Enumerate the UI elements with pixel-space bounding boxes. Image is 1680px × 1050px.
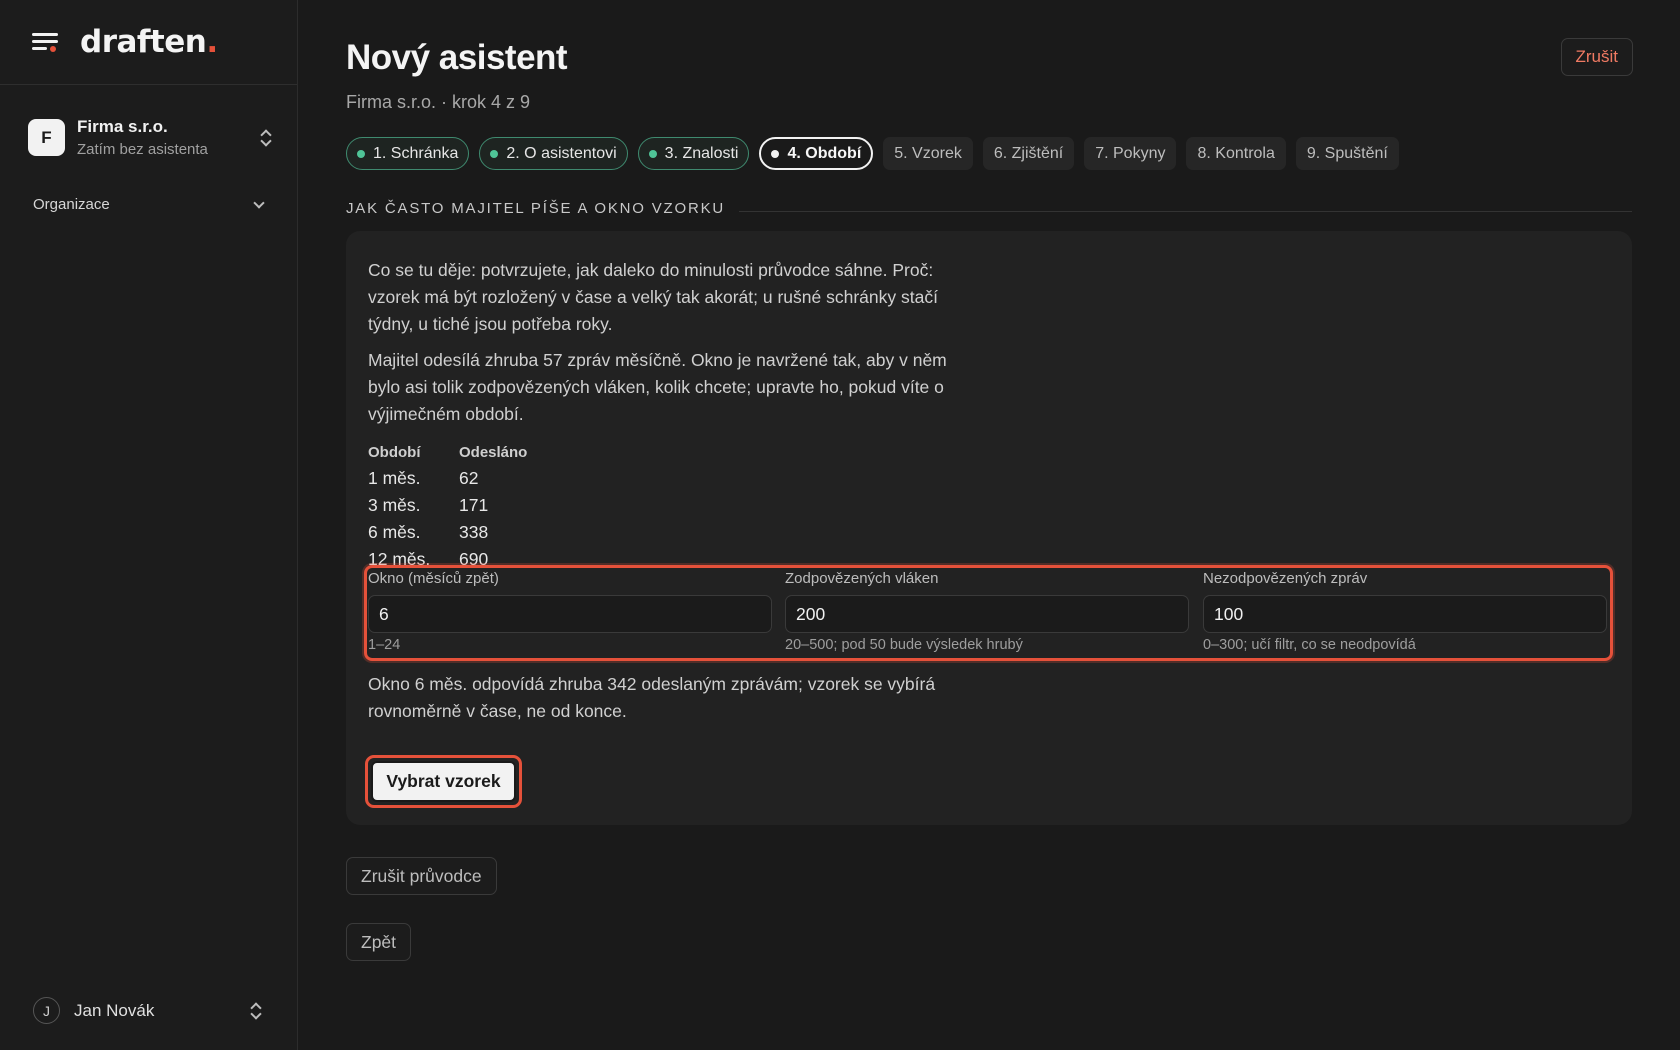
- step-current-dot-icon: [771, 149, 780, 158]
- step-label: 3. Znalosti: [664, 144, 739, 162]
- step-4[interactable]: 4. Období: [759, 137, 874, 170]
- table-row: 3 měs. 171: [368, 492, 1610, 519]
- chevron-down-icon: [253, 196, 265, 209]
- stats-table: Období Odesláno 1 měs. 62 3 měs. 171 6 m…: [368, 444, 1610, 573]
- unanswered-field-hint: 0–300; učí filtr, co se neodpovídá: [1203, 637, 1416, 653]
- step-1[interactable]: 1. Schránka: [346, 137, 470, 170]
- period-card: Co se tu děje: potvrzujete, jak daleko d…: [346, 231, 1632, 825]
- step-label: 1. Schránka: [373, 144, 459, 162]
- back-button[interactable]: Zpět: [346, 923, 412, 961]
- unanswered-messages-input[interactable]: 100: [1203, 595, 1607, 633]
- stats-period: 6 měs.: [368, 522, 421, 542]
- step-label: 2. O asistentovi: [506, 144, 617, 162]
- cancel-wizard-button[interactable]: Zrušit průvodce: [346, 857, 497, 895]
- chevron-updown-icon: [259, 129, 273, 147]
- table-row: 1 měs. 62: [368, 465, 1610, 492]
- step-6[interactable]: 6. Zjištění: [982, 137, 1075, 170]
- main-content: Nový asistent Firma s.r.o. · krok 4 z 9 …: [298, 0, 1680, 1050]
- primary-focus-ring: Vybrat vzorek: [365, 755, 522, 808]
- stats-sent: 62: [459, 468, 479, 488]
- select-sample-button[interactable]: Vybrat vzorek: [371, 761, 516, 802]
- step-label: 7. Pokyny: [1095, 144, 1166, 162]
- sample-settings-fields: Okno (měsíců zpět) 6 1–24 Zodpovězených …: [364, 565, 1613, 661]
- avatar: J: [33, 997, 60, 1024]
- step-label: 6. Zjištění: [993, 144, 1064, 162]
- stepper: 1. Schránka 2. O asistentovi 3. Znalosti 4.…: [346, 137, 1632, 170]
- org-switcher[interactable]: F Firma s.r.o. Zatím bez asistenta: [28, 117, 273, 158]
- org-name: Firma s.r.o.: [77, 117, 168, 136]
- brand-bar: draften.: [0, 0, 297, 85]
- stats-header-period: Období: [368, 444, 421, 461]
- step-label: 9. Spuštění: [1306, 144, 1388, 162]
- divider: [739, 211, 1632, 212]
- window-months-input[interactable]: 6: [368, 595, 772, 633]
- cancel-button[interactable]: Zrušit: [1560, 38, 1633, 76]
- page-title: Nový asistent: [346, 38, 568, 77]
- stats-period: 1 měs.: [368, 468, 421, 488]
- sidebar-section-organizace[interactable]: Organizace: [33, 196, 265, 213]
- stats-header: Období Odesláno: [368, 444, 1610, 461]
- answered-threads-input[interactable]: 200: [785, 595, 1189, 633]
- step-done-dot-icon: [490, 149, 499, 158]
- stats-sent: 171: [459, 495, 489, 515]
- info-text: Majitel odesílá zhruba 57 zpráv měsíčně.…: [368, 350, 947, 424]
- unanswered-field: Nezodpovězených zpráv 100 0–300; učí fil…: [1203, 568, 1607, 653]
- user-name: Jan Novák: [74, 1000, 155, 1020]
- answered-field-hint: 20–500; pod 50 bude výsledek hrubý: [785, 637, 1023, 653]
- step-done-dot-icon: [357, 149, 365, 158]
- menu-icon[interactable]: [32, 31, 58, 53]
- intro-text: Co se tu děje: potvrzujete, jak daleko d…: [368, 260, 938, 334]
- step-2[interactable]: 2. O asistentovi: [479, 137, 628, 170]
- chevron-updown-icon: [249, 1002, 263, 1020]
- stats-period: 3 měs.: [368, 495, 421, 515]
- step-9[interactable]: 9. Spuštění: [1295, 137, 1399, 170]
- window-note: Okno 6 měs. odpovídá zhruba 342 odeslaný…: [368, 674, 936, 721]
- answered-field-label: Zodpovězených vláken: [785, 570, 939, 587]
- section-header: JAK ČASTO MAJITEL PÍŠE A OKNO VZORKU: [346, 200, 1632, 217]
- table-row: 6 měs. 338: [368, 519, 1610, 546]
- section-heading: JAK ČASTO MAJITEL PÍŠE A OKNO VZORKU: [346, 200, 726, 217]
- stats-header-sent: Odesláno: [459, 444, 528, 461]
- step-8[interactable]: 8. Kontrola: [1186, 137, 1286, 170]
- org-status: Zatím bez asistenta: [77, 141, 208, 158]
- step-label: 8. Kontrola: [1197, 144, 1275, 162]
- window-field: Okno (měsíců zpět) 6 1–24: [368, 568, 772, 653]
- answered-field: Zodpovězených vláken 200 20–500; pod 50 …: [785, 568, 1189, 653]
- window-field-hint: 1–24: [368, 637, 401, 653]
- step-label: 5. Vzorek: [894, 144, 962, 162]
- step-3[interactable]: 3. Znalosti: [637, 137, 750, 170]
- step-7[interactable]: 7. Pokyny: [1084, 137, 1177, 170]
- unanswered-field-label: Nezodpovězených zpráv: [1203, 570, 1368, 587]
- org-avatar: F: [28, 119, 65, 156]
- stats-sent: 338: [459, 522, 489, 542]
- window-field-label: Okno (měsíců zpět): [368, 570, 499, 587]
- sidebar-section-label: Organizace: [33, 196, 110, 213]
- step-5[interactable]: 5. Vzorek: [883, 137, 973, 170]
- page-subtitle: Firma s.r.o. · krok 4 z 9: [346, 92, 531, 112]
- sidebar: draften. F Firma s.r.o. Zatím bez asiste…: [0, 0, 298, 1050]
- user-menu[interactable]: J Jan Novák: [33, 997, 263, 1024]
- step-done-dot-icon: [648, 149, 657, 158]
- step-label: 4. Období: [787, 144, 862, 162]
- logo[interactable]: draften.: [80, 24, 218, 60]
